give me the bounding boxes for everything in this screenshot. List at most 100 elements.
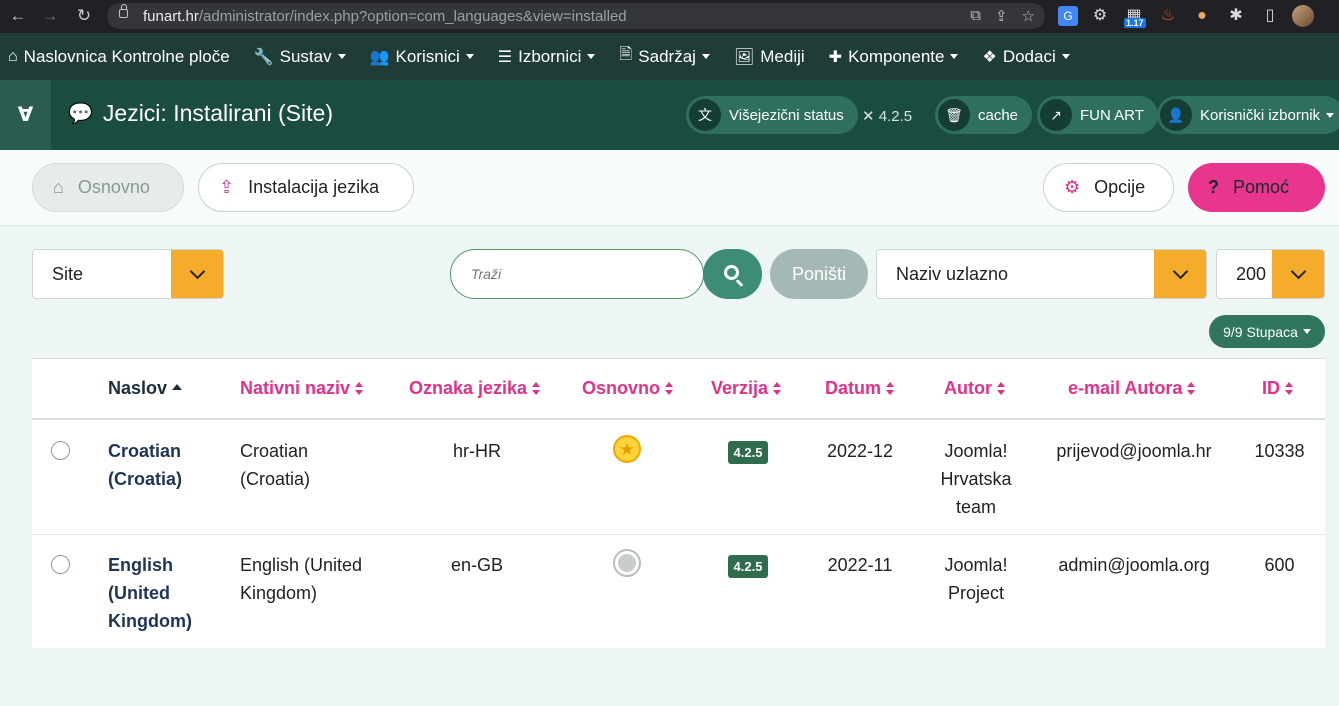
egg-extension-icon[interactable]: ●	[1190, 4, 1214, 28]
menu-item-label: Sustav	[279, 46, 332, 66]
col-native[interactable]: Nativni naziv	[240, 378, 364, 399]
address-bar[interactable]: funart.hr/administrator/index.php?option…	[107, 3, 1045, 29]
chevron-down-icon	[1326, 112, 1335, 118]
browser-toolbar: ← → ↻ funart.hr/administrator/index.php?…	[0, 0, 1339, 33]
share-icon[interactable]: ⇪	[995, 7, 1008, 25]
sort-icon	[1187, 382, 1196, 396]
sort-icon	[355, 382, 364, 396]
chevron-down-icon[interactable]	[1154, 250, 1206, 298]
list-icon: ☰	[497, 48, 513, 66]
back-arrow-icon[interactable]: ←	[6, 5, 30, 27]
joomla-logo-icon[interactable]: ꓯ	[0, 80, 51, 150]
sort-icon	[886, 382, 895, 396]
col-date[interactable]: Datum	[825, 378, 895, 399]
chevron-down-icon[interactable]	[171, 250, 223, 298]
trash-icon: 🗑	[938, 99, 970, 131]
languages-table: Naslov Nativni naziv Oznaka jezika Osnov…	[32, 358, 1325, 648]
sort-icon	[1285, 382, 1293, 396]
multilang-status-button[interactable]: 文 Višejezični status	[686, 96, 858, 134]
menu-item-label: Mediji	[760, 46, 805, 66]
page-title: 💬 Jezici: Instalirani (Site)	[68, 100, 333, 126]
menu-item-izbornici[interactable]: ☰ Izbornici	[498, 47, 596, 67]
gear-icon: ⚙	[1064, 177, 1081, 197]
sort-icon	[532, 382, 541, 396]
chevron-down-icon[interactable]	[1272, 250, 1324, 298]
col-email[interactable]: e-mail Autora	[1068, 378, 1196, 399]
menu-item-naslovnica-kontrolne-plo-e[interactable]: ⌂ Naslovnica Kontrolne ploče	[8, 47, 230, 67]
menu-item-dodaci[interactable]: ❖ Dodaci	[982, 47, 1070, 67]
search-button[interactable]	[703, 249, 762, 299]
install-language-button[interactable]: ⇪ Instalacija jezika	[198, 163, 414, 212]
search-icon	[723, 265, 739, 280]
date-value: 2022-11	[827, 555, 893, 575]
author-email: admin@joomla.org	[1058, 555, 1210, 575]
language-title-link[interactable]: Croatian (Croatia)	[108, 437, 182, 493]
comment-icon: 💬	[68, 103, 93, 125]
table-row: English (United Kingdom) English (United Ki…	[32, 535, 1325, 648]
native-name: Croatian (Croatia)	[240, 441, 311, 489]
profile-avatar[interactable]	[1292, 5, 1314, 27]
question-icon: ?	[1208, 177, 1219, 197]
cache-button[interactable]: 🗑 cache	[935, 96, 1033, 134]
chevron-down-icon	[701, 54, 710, 59]
file-icon: 🗎	[619, 46, 633, 63]
client-select[interactable]: Site	[32, 249, 224, 299]
search-input[interactable]	[450, 249, 704, 299]
version-badge: 4.2.5	[728, 555, 768, 578]
menu-item-label: Naslovnica Kontrolne ploče	[23, 46, 230, 66]
gear-extension-icon[interactable]: ⚙	[1088, 4, 1112, 28]
menu-item-mediji[interactable]: 🖼 Mediji	[734, 47, 805, 67]
chevron-down-icon	[337, 54, 346, 59]
language-tag: hr-HR	[453, 441, 501, 461]
puzzle-icon: ✚	[828, 48, 843, 66]
col-author[interactable]: Autor	[944, 378, 1005, 399]
bookmark-star-icon[interactable]: ☆	[1022, 7, 1035, 25]
language-title-link[interactable]: English (United Kingdom)	[108, 551, 192, 635]
col-tag[interactable]: Oznaka jezika	[409, 378, 541, 399]
translate-extension-icon[interactable]: G	[1058, 6, 1078, 26]
col-default[interactable]: Osnovno	[582, 378, 674, 399]
user-menu-button[interactable]: 👤 Korisnički izbornik	[1157, 96, 1339, 134]
row-select-radio[interactable]	[51, 441, 70, 460]
extensions-puzzle-icon[interactable]: ✱	[1224, 4, 1248, 28]
col-version[interactable]: Verzija	[711, 378, 782, 399]
address-url[interactable]: funart.hr/administrator/index.php?option…	[143, 8, 627, 25]
col-id[interactable]: ID	[1262, 378, 1293, 399]
page-header: ꓯ 💬 Jezici: Instalirani (Site) 文 Višejez…	[0, 80, 1339, 150]
chevron-down-icon	[465, 54, 474, 59]
chevron-down-icon	[950, 54, 959, 59]
menu-item-label: Sadržaj	[638, 46, 696, 66]
counter-extension-icon[interactable]: ▦ 1.17	[1122, 4, 1146, 28]
native-name: English (United Kingdom)	[240, 555, 363, 603]
columns-toggle-button[interactable]: 9/9 Stupaca	[1209, 315, 1325, 348]
default-star-icon[interactable]: ★	[613, 435, 641, 463]
fire-extension-icon[interactable]: ♨	[1156, 4, 1180, 28]
reset-button[interactable]: Poništi	[770, 249, 868, 299]
menu-item-sadr-aj[interactable]: 🗎 Sadržaj	[619, 43, 710, 70]
action-toolbar: ⌂ Osnovno ⇪ Instalacija jezika ⚙ Opcije …	[0, 150, 1339, 226]
home-button[interactable]: ⌂ Osnovno	[32, 163, 184, 212]
version-indicator: ✕ 4.2.5	[862, 108, 913, 125]
reload-icon[interactable]: ↻	[72, 5, 96, 27]
menu-item-label: Korisnici	[395, 46, 460, 66]
menu-item-korisnici[interactable]: 👥 Korisnici	[370, 47, 474, 67]
ordering-select[interactable]: Naziv uzlazno	[876, 249, 1207, 299]
limit-select[interactable]: 200	[1216, 249, 1325, 299]
image-icon: 🖼	[733, 48, 755, 66]
side-panel-icon[interactable]: ▯	[1258, 4, 1282, 28]
open-in-app-icon[interactable]: ⧉	[970, 7, 981, 25]
chevron-down-icon	[1302, 329, 1311, 334]
menu-item-komponente[interactable]: ✚ Komponente	[829, 47, 959, 67]
options-button[interactable]: ⚙ Opcije	[1043, 163, 1174, 212]
author-value: Joomla! Project	[944, 555, 1008, 603]
row-select-radio[interactable]	[51, 555, 70, 574]
col-title[interactable]: Naslov	[108, 378, 183, 399]
forward-arrow-icon[interactable]: →	[38, 5, 62, 27]
id-value: 10338	[1254, 441, 1305, 461]
default-off-icon[interactable]	[613, 549, 641, 577]
site-link-button[interactable]: ↗ FUN ART	[1037, 96, 1158, 134]
help-button[interactable]: ? Pomoć	[1188, 163, 1325, 212]
wrench-icon: 🔧	[253, 48, 274, 66]
menu-item-sustav[interactable]: 🔧 Sustav	[254, 47, 346, 67]
author-value: Joomla! Hrvatska team	[940, 441, 1012, 517]
